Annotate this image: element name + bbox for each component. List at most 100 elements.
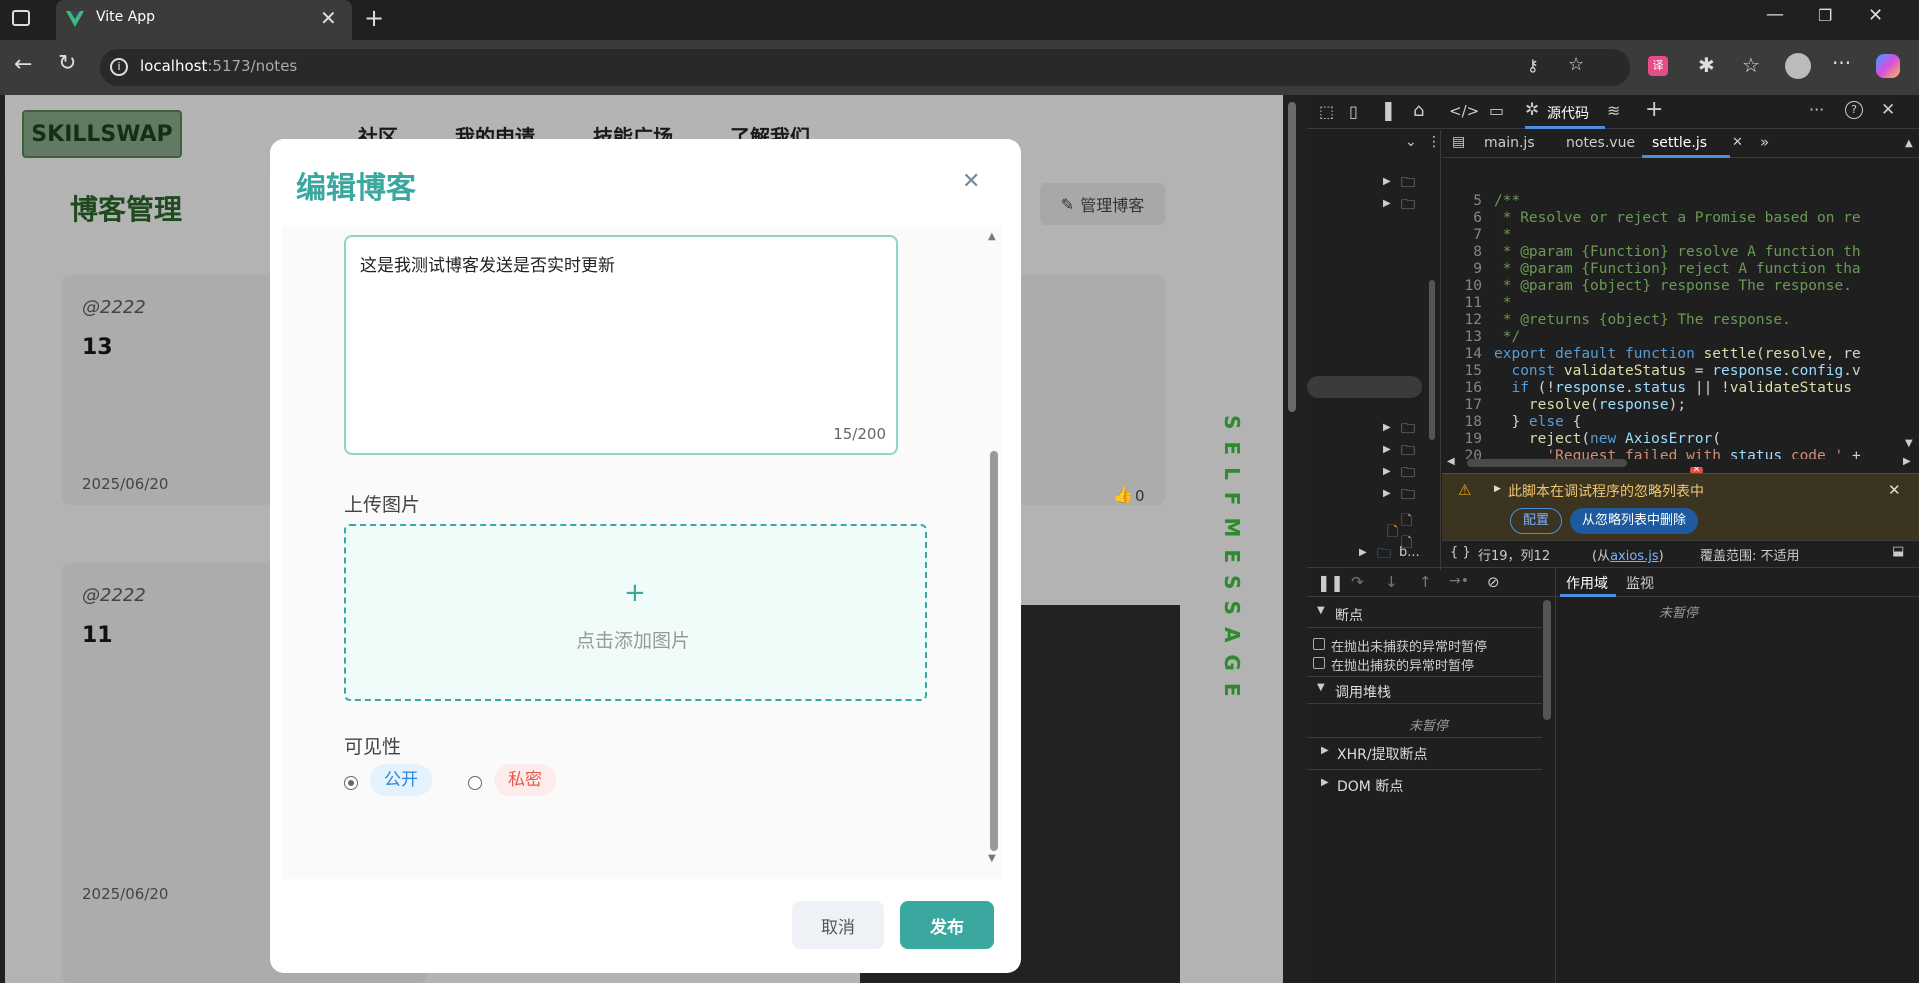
scroll-thumb[interactable]	[990, 451, 998, 851]
scroll-right-icon[interactable]: ▶	[1903, 456, 1911, 467]
code-line[interactable]: 20 'Request failed with status code ' +	[1442, 448, 1919, 459]
line-number[interactable]: 8	[1442, 244, 1482, 261]
code-hscroll[interactable]	[1467, 459, 1867, 467]
publish-button[interactable]: 发布	[900, 901, 994, 949]
line-number[interactable]: 19	[1442, 431, 1482, 448]
code-scroll-down-icon[interactable]: ▼	[1905, 438, 1913, 449]
code-scroll-up-icon[interactable]: ▲	[1905, 138, 1913, 149]
remove-from-ignore-button[interactable]: 从忽略列表中删除	[1570, 508, 1699, 534]
tree-arrow-icon[interactable]: ▶	[1383, 444, 1391, 455]
welcome-home-icon[interactable]: ⌂	[1413, 100, 1424, 121]
more-menu-icon[interactable]: ···	[1832, 53, 1851, 73]
file-tab-settle[interactable]: settle.js	[1652, 135, 1707, 151]
dock-icon[interactable]: ▐	[1379, 102, 1391, 121]
pretty-print-icon[interactable]: { }	[1450, 545, 1471, 560]
favorites-icon[interactable]: ☆	[1742, 55, 1760, 75]
line-number[interactable]: 11	[1442, 295, 1482, 312]
code-line[interactable]: 18 } else {	[1442, 414, 1919, 431]
radio-public[interactable]	[344, 776, 358, 790]
close-devtools-icon[interactable]: ✕	[1881, 100, 1895, 120]
tree-item-label[interactable]: b...	[1399, 545, 1420, 560]
collapse-chevron-icon[interactable]: ⌄	[1405, 134, 1417, 150]
inspect-icon[interactable]: ⬚	[1319, 102, 1334, 121]
tree-arrow-icon[interactable]: ▶	[1383, 466, 1391, 477]
restore-icon[interactable]: ❐	[1818, 8, 1832, 24]
line-number[interactable]: 7	[1442, 227, 1482, 244]
breakpoints-section[interactable]: ▼ 断点	[1307, 600, 1542, 628]
back-icon[interactable]: ←	[14, 54, 32, 76]
tab-watch[interactable]: 监视	[1626, 573, 1654, 593]
extensions-icon[interactable]: ✱	[1698, 55, 1715, 75]
line-number[interactable]: 13	[1442, 329, 1482, 346]
more-tools-icon[interactable]: +	[1645, 97, 1663, 122]
step-out-icon[interactable]: ↑	[1419, 573, 1432, 591]
line-number[interactable]: 9	[1442, 261, 1482, 278]
close-tab-icon[interactable]: ✕	[320, 6, 337, 30]
tab-actions-icon[interactable]	[12, 10, 30, 26]
help-icon[interactable]: ?	[1845, 101, 1863, 119]
radio-private[interactable]	[468, 776, 482, 790]
code-line[interactable]: 16 if (!response.status || !validateStat…	[1442, 380, 1919, 397]
scroll-left-icon[interactable]: ◀	[1447, 456, 1455, 467]
code-hscroll-thumb[interactable]	[1467, 459, 1627, 467]
code-line[interactable]: 19 reject(new AxiosError(	[1442, 431, 1919, 448]
line-number[interactable]: 14	[1442, 346, 1482, 363]
close-window-icon[interactable]: ✕	[1868, 7, 1883, 25]
code-line[interactable]: 10 * @param {object} response The respon…	[1442, 278, 1919, 295]
code-line[interactable]: 15 const validateStatus = response.confi…	[1442, 363, 1919, 380]
file-tab-notes[interactable]: notes.vue	[1566, 135, 1635, 151]
line-number[interactable]: 16	[1442, 380, 1482, 397]
navigator-scrollbar[interactable]	[1307, 376, 1422, 398]
like-icon[interactable]: 👍	[1113, 485, 1133, 504]
pause-uncaught-checkbox[interactable]	[1313, 638, 1325, 650]
elements-icon[interactable]: </>	[1449, 102, 1479, 120]
line-number[interactable]: 10	[1442, 278, 1482, 295]
minimize-icon[interactable]: —	[1766, 6, 1784, 24]
code-line[interactable]: 14 export default function settle(resolve…	[1442, 346, 1919, 363]
tree-arrow-icon[interactable]: ▶	[1383, 176, 1391, 187]
cancel-button[interactable]: 取消	[792, 901, 884, 949]
upload-dropzone[interactable]: + 点击添加图片	[344, 524, 927, 701]
dialog-scrollbar[interactable]: ▲ ▼	[988, 227, 1000, 867]
profile-avatar[interactable]	[1785, 53, 1811, 79]
expand-arrow-icon[interactable]: ▶	[1494, 484, 1501, 494]
code-line[interactable]: 7 *	[1442, 227, 1919, 244]
more-tabs-icon[interactable]: »	[1760, 133, 1769, 151]
sources-bug-icon[interactable]: ✲	[1525, 100, 1539, 120]
content-textarea[interactable]: 这是我测试博客发送是否实时更新 15/200	[344, 235, 898, 455]
line-number[interactable]: 17	[1442, 397, 1482, 414]
code-line[interactable]: 17 resolve(response);	[1442, 397, 1919, 414]
pause-caught-row[interactable]: 在抛出捕获的异常时暂停	[1313, 654, 1543, 674]
pause-uncaught-row[interactable]: 在抛出未捕获的异常时暂停	[1313, 635, 1543, 655]
site-info-icon[interactable]: i	[110, 58, 128, 76]
call-stack-section[interactable]: ▼ 调用堆栈	[1307, 676, 1542, 704]
navigator-vscroll[interactable]	[1429, 280, 1435, 440]
public-tag[interactable]: 公开	[370, 764, 432, 796]
navigator-menu-icon[interactable]: ⋮	[1427, 134, 1441, 150]
line-number[interactable]: 18	[1442, 414, 1482, 431]
network-icon[interactable]: ≋	[1607, 101, 1620, 120]
line-number[interactable]: 5	[1442, 193, 1482, 210]
xhr-breakpoints-section[interactable]: ▶ XHR/提取断点	[1307, 737, 1542, 767]
new-tab-icon[interactable]: +	[364, 6, 384, 30]
tree-arrow-icon[interactable]: ▶	[1383, 488, 1391, 499]
key-icon[interactable]: ⚷	[1527, 58, 1539, 74]
close-dialog-icon[interactable]: ✕	[962, 169, 980, 194]
site-logo[interactable]: SKILLSWAP	[22, 110, 182, 158]
line-number[interactable]: 15	[1442, 363, 1482, 380]
deactivate-breakpoints-icon[interactable]: ⊘	[1487, 573, 1500, 591]
close-file-icon[interactable]: ✕	[1732, 135, 1743, 150]
configure-button[interactable]: 配置	[1510, 508, 1563, 534]
code-line[interactable]: 5 /**	[1442, 193, 1919, 210]
step-icon[interactable]: →•	[1449, 573, 1469, 589]
manage-blog-button[interactable]: ✎ 管理博客	[1040, 183, 1165, 225]
code-line[interactable]: 13 */	[1442, 329, 1919, 346]
console-icon[interactable]: ▭	[1489, 101, 1504, 120]
copilot-icon[interactable]	[1876, 54, 1900, 78]
code-line[interactable]: 9 * @param {Function} reject A function …	[1442, 261, 1919, 278]
screenshot-icon[interactable]: ⬓	[1892, 544, 1904, 559]
tab-scope[interactable]: 作用域	[1566, 573, 1608, 593]
code-line[interactable]: 12 * @returns {object} The response.	[1442, 312, 1919, 329]
device-icon[interactable]: ▯	[1349, 102, 1358, 121]
tree-arrow-icon[interactable]: ▶	[1359, 547, 1367, 558]
